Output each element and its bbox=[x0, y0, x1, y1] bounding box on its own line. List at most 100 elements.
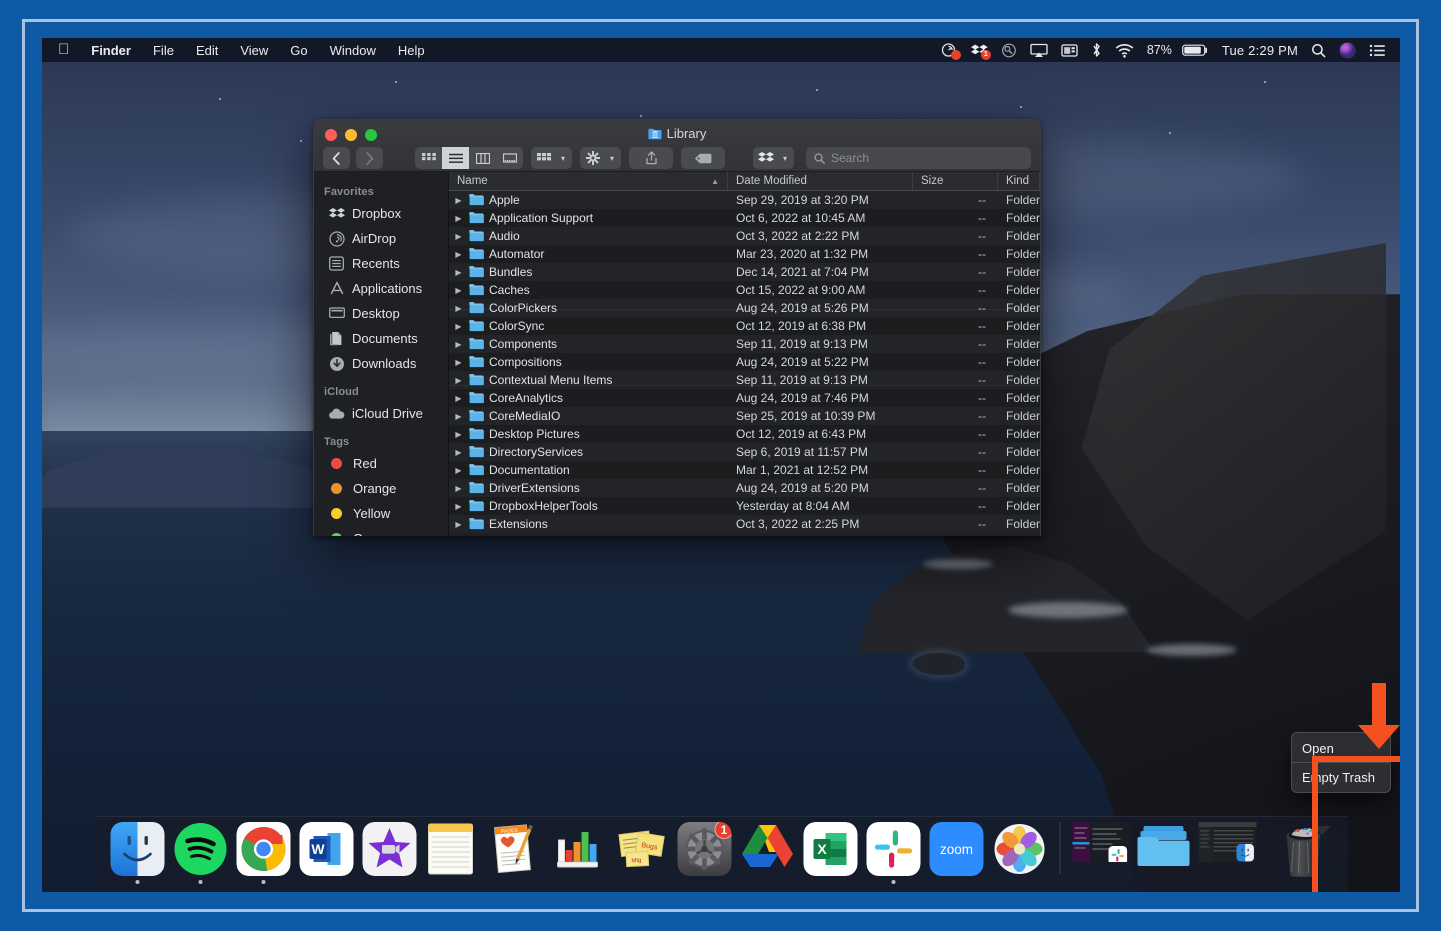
finder-window[interactable]: Library ▾ ▾ ▾ Search Favorites Dropbox A… bbox=[313, 119, 1041, 536]
file-name-cell[interactable]: ▶ DropboxHelperTools bbox=[449, 497, 728, 515]
file-name-cell[interactable]: ▶ DriverExtensions bbox=[449, 479, 728, 497]
magnifier-circle-icon[interactable] bbox=[1001, 43, 1017, 58]
forward-button[interactable] bbox=[356, 147, 383, 169]
dock-item-imovie[interactable] bbox=[358, 816, 421, 888]
menu-item-view[interactable]: View bbox=[229, 40, 279, 61]
action-gear-button[interactable] bbox=[580, 147, 606, 169]
file-name-cell[interactable]: ▶ CoreMediaIO bbox=[449, 407, 728, 425]
table-row[interactable]: ▶ Compositions Aug 24, 2019 at 5:22 PM -- Fo… bbox=[449, 353, 1040, 371]
disclosure-triangle-icon[interactable]: ▶ bbox=[453, 250, 464, 259]
gallery-view-button[interactable] bbox=[496, 147, 523, 169]
file-name-cell[interactable]: ▶ Desktop Pictures bbox=[449, 425, 728, 443]
menu-item-edit[interactable]: Edit bbox=[185, 40, 229, 61]
table-row[interactable]: ▶ Documentation Mar 1, 2021 at 12:52 PM -- F… bbox=[449, 461, 1040, 479]
file-name-cell[interactable]: ▶ Extensions bbox=[449, 515, 728, 533]
sidebar-item-applications[interactable]: Applications bbox=[314, 276, 448, 301]
finder-sidebar[interactable]: Favorites Dropbox AirDrop Recents Applic… bbox=[314, 172, 449, 536]
control-center-icon[interactable] bbox=[1369, 43, 1386, 58]
table-row[interactable]: ▶ Application Support Oct 6, 2022 at 10:45… bbox=[449, 209, 1040, 227]
list-view-button[interactable] bbox=[442, 147, 469, 169]
dock-item-photos[interactable] bbox=[988, 816, 1051, 888]
group-by-chevron-down-icon[interactable]: ▾ bbox=[557, 154, 572, 163]
menu-item-go[interactable]: Go bbox=[279, 40, 318, 61]
sidebar-tag-red[interactable]: Red bbox=[314, 451, 448, 476]
screenshot-icon[interactable] bbox=[1061, 43, 1078, 58]
menu-item-help[interactable]: Help bbox=[387, 40, 436, 61]
dock-item-notes[interactable] bbox=[421, 816, 484, 888]
sidebar-tag-orange[interactable]: Orange bbox=[314, 476, 448, 501]
dock-item-word[interactable]: W bbox=[295, 816, 358, 888]
airplay-icon[interactable] bbox=[1030, 43, 1048, 58]
sidebar-item-downloads[interactable]: Downloads bbox=[314, 351, 448, 376]
menu-item-finder[interactable]: Finder bbox=[80, 40, 142, 61]
file-name-cell[interactable]: ▶ Application Support bbox=[449, 209, 728, 227]
disclosure-triangle-icon[interactable]: ▶ bbox=[453, 466, 464, 475]
tags-button[interactable] bbox=[681, 147, 725, 169]
sidebar-item-documents[interactable]: Documents bbox=[314, 326, 448, 351]
dock-item-google-drive[interactable] bbox=[736, 816, 799, 888]
dock-item-stickies[interactable]: $$$ Bugs Mtg bbox=[610, 816, 673, 888]
column-header-kind[interactable]: Kind bbox=[998, 172, 1040, 190]
back-button[interactable] bbox=[323, 147, 350, 169]
disclosure-triangle-icon[interactable]: ▶ bbox=[453, 214, 464, 223]
action-menu-control[interactable]: ▾ bbox=[580, 147, 621, 169]
file-name-cell[interactable]: ▶ Bundles bbox=[449, 263, 728, 281]
dock-item-spotify[interactable] bbox=[169, 816, 232, 888]
time-machine-icon[interactable] bbox=[941, 42, 961, 60]
column-header-size[interactable]: Size bbox=[913, 172, 998, 190]
sidebar-item-recents[interactable]: Recents bbox=[314, 251, 448, 276]
table-row[interactable]: ▶ Components Sep 11, 2019 at 9:13 PM -- Fold… bbox=[449, 335, 1040, 353]
disclosure-triangle-icon[interactable]: ▶ bbox=[453, 394, 464, 403]
disclosure-triangle-icon[interactable]: ▶ bbox=[453, 232, 464, 241]
dock-item-chrome[interactable] bbox=[232, 816, 295, 888]
table-row[interactable]: ▶ Desktop Pictures Oct 12, 2019 at 6:43 PM… bbox=[449, 425, 1040, 443]
table-row[interactable]: ▶ DirectoryServices Sep 6, 2019 at 11:57 P… bbox=[449, 443, 1040, 461]
action-chevron-down-icon[interactable]: ▾ bbox=[606, 154, 621, 163]
disclosure-triangle-icon[interactable]: ▶ bbox=[453, 520, 464, 529]
dropbox-chevron-down-icon[interactable]: ▾ bbox=[779, 154, 794, 163]
file-name-cell[interactable]: ▶ Audio bbox=[449, 227, 728, 245]
file-name-cell[interactable]: ▶ ColorSync bbox=[449, 317, 728, 335]
file-name-cell[interactable]: ▶ Components bbox=[449, 335, 728, 353]
disclosure-triangle-icon[interactable]: ▶ bbox=[453, 340, 464, 349]
dock-item-pages[interactable]: PAGES bbox=[484, 816, 547, 888]
spotlight-search-icon[interactable] bbox=[1311, 43, 1326, 58]
file-name-cell[interactable]: ▶ DirectoryServices bbox=[449, 443, 728, 461]
file-name-cell[interactable]: ▶ Automator bbox=[449, 245, 728, 263]
table-row[interactable]: ▶ DriverExtensions Aug 24, 2019 at 5:20 PM… bbox=[449, 479, 1040, 497]
file-name-cell[interactable]: ▶ Documentation bbox=[449, 461, 728, 479]
file-name-cell[interactable]: ▶ Contextual Menu Items bbox=[449, 371, 728, 389]
battery-status[interactable]: 87% bbox=[1147, 43, 1209, 57]
group-by-control[interactable]: ▾ bbox=[531, 147, 572, 169]
table-row[interactable]: ▶ Contextual Menu Items Sep 11, 2019 at 9:… bbox=[449, 371, 1040, 389]
dock-item-zoom[interactable]: zoom bbox=[925, 816, 988, 888]
dock-item-system-preferences[interactable]: 1 bbox=[673, 816, 736, 888]
file-name-cell[interactable]: ▶ Compositions bbox=[449, 353, 728, 371]
disclosure-triangle-icon[interactable]: ▶ bbox=[453, 502, 464, 511]
dock-item-slack[interactable] bbox=[862, 816, 925, 888]
table-row[interactable]: ▶ CoreAnalytics Aug 24, 2019 at 7:46 PM -- F… bbox=[449, 389, 1040, 407]
disclosure-triangle-icon[interactable]: ▶ bbox=[453, 322, 464, 331]
dropbox-menu-icon[interactable]: 1 bbox=[970, 43, 991, 60]
table-row[interactable]: ▶ ColorSync Oct 12, 2019 at 6:38 PM -- Folde… bbox=[449, 317, 1040, 335]
menu-bar-clock[interactable]: Tue 2:29 PM bbox=[1222, 43, 1298, 58]
table-row[interactable]: ▶ CoreMediaIO Sep 25, 2019 at 10:39 PM -- Fo… bbox=[449, 407, 1040, 425]
dropbox-toolbar-control[interactable]: ▾ bbox=[753, 147, 794, 169]
table-row[interactable]: ▶ Audio Oct 3, 2022 at 2:22 PM -- Folder bbox=[449, 227, 1040, 245]
apple-logo-icon[interactable]:  bbox=[50, 42, 80, 58]
menu-item-file[interactable]: File bbox=[142, 40, 185, 61]
dropbox-button[interactable] bbox=[753, 147, 779, 169]
disclosure-triangle-icon[interactable]: ▶ bbox=[453, 430, 464, 439]
siri-icon[interactable] bbox=[1339, 41, 1356, 59]
bluetooth-icon[interactable] bbox=[1091, 42, 1102, 58]
dock-item-excel[interactable]: X bbox=[799, 816, 862, 888]
column-view-button[interactable] bbox=[469, 147, 496, 169]
sidebar-item-airdrop[interactable]: AirDrop bbox=[314, 226, 448, 251]
sidebar-item-dropbox[interactable]: Dropbox bbox=[314, 201, 448, 226]
table-row[interactable]: ▶ DropboxHelperTools Yesterday at 8:04 AM -… bbox=[449, 497, 1040, 515]
icon-view-button[interactable] bbox=[415, 147, 442, 169]
finder-search-field[interactable]: Search bbox=[806, 147, 1031, 169]
sidebar-tag-green[interactable]: Green bbox=[314, 526, 448, 536]
disclosure-triangle-icon[interactable]: ▶ bbox=[453, 448, 464, 457]
file-name-cell[interactable]: ▶ Apple bbox=[449, 191, 728, 209]
